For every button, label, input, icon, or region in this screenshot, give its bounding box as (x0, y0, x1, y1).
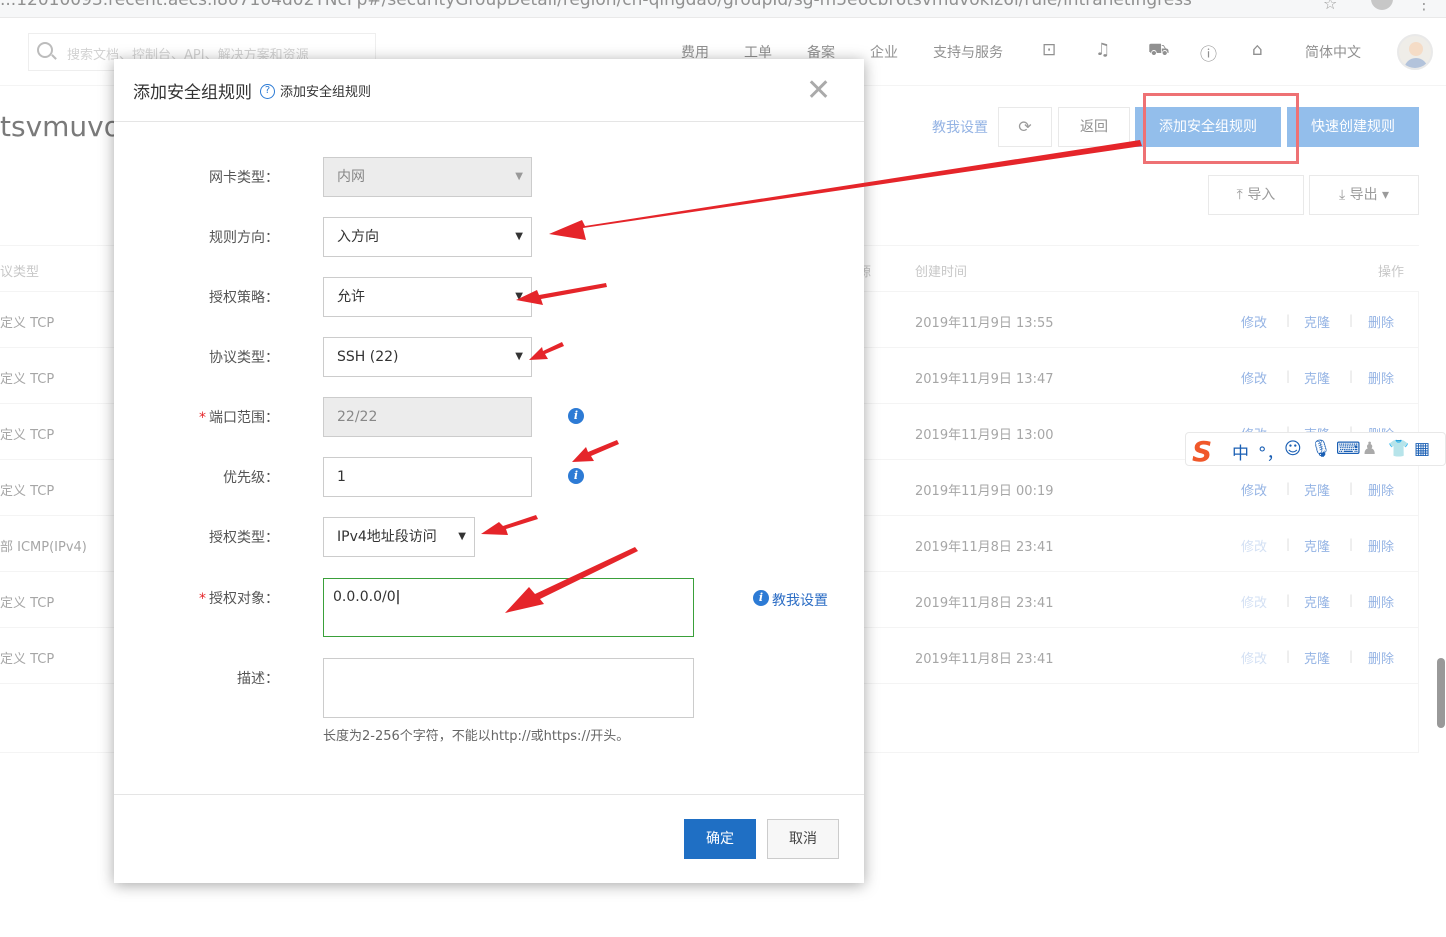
policy-label: 授权策略： (209, 290, 279, 306)
policy-select[interactable]: 允许 ▼ (323, 277, 532, 317)
description-textarea[interactable] (323, 658, 694, 718)
chevron-down-icon: ▼ (515, 351, 523, 362)
description-label: 描述： (237, 671, 279, 687)
auth-type-value: IPv4地址段访问 (337, 529, 437, 545)
protocol-select[interactable]: SSH (22) ▼ (323, 337, 532, 377)
close-icon[interactable]: ✕ (806, 73, 831, 108)
description-hint: 长度为2-256个字符，不能以http://或https://开头。 (323, 729, 630, 744)
protocol-value: SSH (22) (337, 349, 399, 365)
microphone-icon[interactable]: 🎙 (1310, 439, 1332, 459)
dialog-title: 添加安全组规则 (133, 83, 252, 103)
divider (114, 121, 864, 122)
keyboard-icon[interactable]: ⌨ (1336, 439, 1361, 459)
chevron-down-icon: ▼ (515, 171, 523, 182)
auth-object-label: * 授权对象： (114, 588, 279, 608)
auth-type-label: 授权类型： (209, 530, 279, 546)
apps-grid-icon[interactable]: ▦ (1414, 439, 1430, 459)
nic-type-value: 内网 (337, 169, 365, 185)
auth-object-value: 0.0.0.0/0 (333, 589, 396, 605)
text-cursor: | (395, 589, 401, 605)
priority-value: 1 (337, 469, 346, 485)
help-link[interactable]: 添加安全组规则 (280, 81, 371, 100)
required-mark: * (199, 591, 206, 607)
chevron-down-icon: ▼ (515, 291, 523, 302)
ime-mode[interactable]: 中 (1232, 439, 1249, 464)
ime-punct[interactable]: °， (1258, 439, 1284, 464)
auth-object-textarea[interactable]: 0.0.0.0/0| (323, 578, 694, 637)
port-range-label: * 端口范围： (114, 407, 279, 427)
nic-type-label: 网卡类型： (209, 170, 279, 186)
cancel-button[interactable]: 取消 (767, 819, 839, 859)
user-icon[interactable]: ♟ (1362, 439, 1377, 459)
info-icon[interactable]: i (753, 590, 769, 606)
port-range-value: 22/22 (337, 409, 378, 425)
scrollbar[interactable] (1437, 658, 1445, 728)
priority-label: 优先级： (223, 470, 279, 486)
direction-select[interactable]: 入方向 ▼ (323, 217, 532, 257)
info-icon[interactable]: i (568, 408, 584, 424)
divider (114, 794, 864, 795)
port-range-input: 22/22 (323, 397, 532, 437)
direction-value: 入方向 (337, 229, 379, 245)
auth-object-label-text: 授权对象： (209, 591, 279, 607)
protocol-label: 协议类型： (209, 350, 279, 366)
priority-input[interactable]: 1 (323, 457, 532, 497)
policy-value: 允许 (337, 289, 365, 305)
chevron-down-icon: ▼ (515, 231, 523, 242)
teach-me-link[interactable]: 教我设置 (772, 590, 828, 610)
auth-type-select[interactable]: IPv4地址段访问 ▼ (323, 517, 475, 557)
direction-label: 规则方向： (209, 230, 279, 246)
confirm-button[interactable]: 确定 (684, 819, 756, 859)
add-rule-dialog: 添加安全组规则 ? 添加安全组规则 ✕ 网卡类型： 内网 ▼ 规则方向： 入方向… (114, 59, 864, 883)
skin-icon[interactable]: 👕 (1388, 439, 1409, 459)
required-mark: * (199, 410, 206, 426)
help-icon[interactable]: ? (260, 84, 275, 99)
ime-toolbar[interactable]: S 中 °， ☺ 🎙 ⌨ ♟ 👕 ▦ (1185, 432, 1446, 468)
emoji-icon[interactable]: ☺ (1284, 439, 1302, 459)
port-range-label-text: 端口范围： (209, 410, 279, 426)
info-icon[interactable]: i (568, 468, 584, 484)
sogou-logo-icon: S (1192, 435, 1213, 468)
chevron-down-icon: ▼ (458, 531, 466, 542)
nic-type-select: 内网 ▼ (323, 157, 532, 197)
